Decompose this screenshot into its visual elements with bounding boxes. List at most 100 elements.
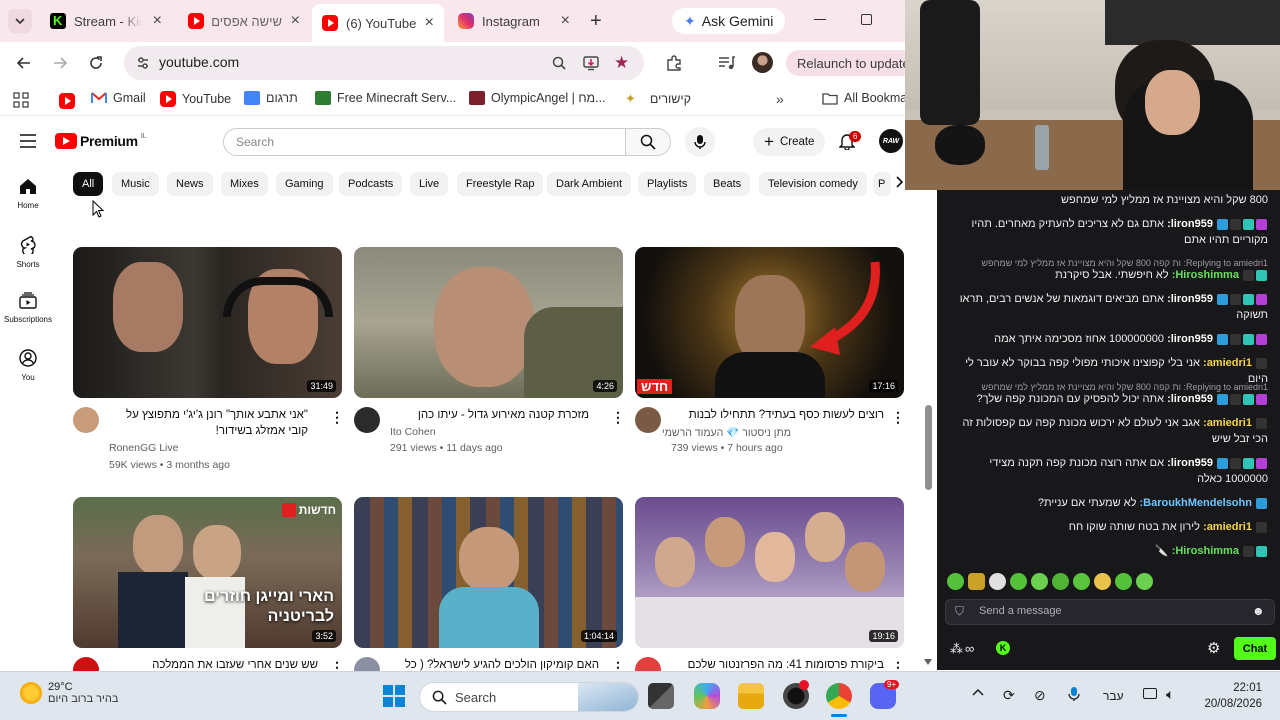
- zoom-icon[interactable]: [551, 55, 567, 71]
- video-title[interactable]: מזכרת קטנה מאירוע גדול - עיתו כהן: [389, 407, 589, 423]
- chip-gaming[interactable]: Gaming: [276, 172, 333, 196]
- sidebar-item-home[interactable]: Home: [0, 178, 56, 210]
- scroll-down-arrow-icon[interactable]: [924, 659, 932, 665]
- network-off-icon[interactable]: ⊘: [1034, 687, 1046, 704]
- video-title[interactable]: ביקורת פרסומות 41: מה הפרזנטור שלכם: [669, 657, 884, 671]
- chat-username[interactable]: Hiroshimma:: [1172, 269, 1239, 281]
- tab-instagram[interactable]: Instagram ×: [448, 6, 580, 36]
- taskbar-search[interactable]: Search: [419, 682, 639, 712]
- video-title[interactable]: "אני אתבע אותך" רונן ג'יג'י מתפוצץ על קו…: [108, 407, 308, 439]
- video-thumbnail[interactable]: 19:16: [635, 497, 904, 648]
- chat-username[interactable]: liron959:: [1167, 333, 1213, 345]
- close-icon[interactable]: ×: [291, 12, 300, 30]
- video-title[interactable]: רוצים לעשות כסף בעתיד? תתחילו לבנות מותג: [669, 407, 884, 423]
- channel-avatar[interactable]: RAW: [879, 129, 903, 153]
- weather-widget[interactable]: 29°C בהיר ברוב היום: [20, 681, 118, 705]
- install-app-icon[interactable]: [582, 54, 600, 72]
- video-thumbnail[interactable]: 1:04:14: [354, 497, 623, 648]
- video-thumbnail[interactable]: 31:49: [73, 247, 342, 398]
- create-button[interactable]: + Create: [753, 128, 826, 156]
- video-title[interactable]: האם קומיקון הולכים להגיע לישראל? ( כל: [389, 657, 599, 671]
- display-icon[interactable]: [1143, 688, 1157, 699]
- channel-avatar[interactable]: [354, 407, 380, 433]
- file-explorer-icon[interactable]: [738, 683, 764, 709]
- chat-extras-icon[interactable]: ⁂∞: [950, 641, 976, 657]
- close-icon[interactable]: ×: [153, 12, 162, 30]
- bookmark-translate[interactable]: תרגום: [244, 91, 298, 105]
- emote-icon[interactable]: [1010, 573, 1027, 590]
- chip-beats[interactable]: Beats: [704, 172, 751, 196]
- video-title[interactable]: שש שנים אחרי שעזבו את הממלכה הבריטית -: [108, 657, 318, 671]
- emote-icon[interactable]: [1115, 573, 1132, 590]
- tab-search-button[interactable]: [8, 9, 32, 33]
- youtube-logo[interactable]: Premium IL: [55, 133, 147, 149]
- start-button[interactable]: [383, 685, 405, 707]
- chip-mixes[interactable]: Mixes: [221, 172, 268, 196]
- bookmark-youtube-icon[interactable]: [59, 93, 75, 112]
- tab-youtube-video[interactable]: שישה אפסים ×: [178, 6, 310, 36]
- media-controls-icon[interactable]: [718, 55, 736, 71]
- bookmark-gmail[interactable]: Gmail: [91, 91, 146, 105]
- bookmark-youtube[interactable]: YouTube: [160, 91, 231, 107]
- sidebar-item-subscriptions[interactable]: Subscriptions: [0, 292, 56, 324]
- sidebar-item-you[interactable]: You: [0, 349, 56, 382]
- reload-button[interactable]: [88, 55, 104, 71]
- emote-icon[interactable]: [1136, 573, 1153, 590]
- emote-icon[interactable]: [1073, 573, 1090, 590]
- chat-username[interactable]: liron959:: [1167, 293, 1213, 305]
- search-input[interactable]: Search: [223, 128, 626, 156]
- emote-icon[interactable]: [968, 573, 985, 590]
- emote-icon[interactable]: [1094, 573, 1111, 590]
- chip-dark-ambient[interactable]: Dark Ambient: [547, 172, 632, 196]
- menu-icon[interactable]: [20, 134, 36, 148]
- chips-next-icon[interactable]: [895, 176, 903, 188]
- bookmark-links[interactable]: ✦ קישורים: [625, 91, 691, 107]
- channel-avatar[interactable]: [73, 407, 99, 433]
- bookmark-minecraft[interactable]: Free Minecraft Serv...: [315, 91, 456, 105]
- bookmark-olympicangel[interactable]: OlympicAngel | מח...: [469, 91, 606, 105]
- new-tab-button[interactable]: +: [590, 10, 602, 33]
- voice-search-button[interactable]: [685, 127, 715, 157]
- close-icon[interactable]: ×: [561, 12, 570, 30]
- chat-username[interactable]: liron959:: [1167, 218, 1213, 230]
- chip-television-comedy[interactable]: Television comedy: [759, 172, 867, 196]
- task-view-icon[interactable]: [648, 683, 674, 709]
- relaunch-button[interactable]: Relaunch to update: [786, 50, 921, 76]
- all-bookmarks[interactable]: All Bookma: [822, 91, 907, 105]
- chip-live[interactable]: Live: [410, 172, 449, 196]
- chip-playlists[interactable]: Playlists: [638, 172, 697, 196]
- bookmark-star-icon[interactable]: ★: [614, 53, 629, 73]
- chat-username[interactable]: amiedri1:: [1203, 521, 1252, 533]
- page-scrollbar[interactable]: [925, 405, 932, 490]
- emoji-picker-icon[interactable]: ☻: [1252, 604, 1265, 618]
- more-options-icon[interactable]: ⋮: [330, 409, 344, 426]
- kick-coin-icon[interactable]: K: [996, 641, 1010, 655]
- chat-settings-icon[interactable]: ⚙: [1207, 639, 1220, 657]
- search-button[interactable]: [625, 128, 671, 156]
- ask-gemini-button[interactable]: ✦ Ask Gemini: [672, 8, 786, 34]
- chip-all[interactable]: All: [73, 172, 104, 196]
- back-button[interactable]: [16, 55, 32, 71]
- more-bookmarks-icon[interactable]: »: [776, 91, 784, 107]
- copilot-icon[interactable]: [694, 683, 720, 709]
- more-options-icon[interactable]: ⋮: [891, 409, 905, 426]
- url-text[interactable]: youtube.com: [159, 54, 239, 70]
- chat-username[interactable]: amiedri1:: [1203, 417, 1252, 429]
- chat-username[interactable]: BaroukhMendelsohn:: [1139, 497, 1251, 509]
- video-thumbnail[interactable]: חדש 17:16: [635, 247, 904, 398]
- chip-more[interactable]: P: [873, 172, 891, 196]
- chip-news[interactable]: News: [167, 172, 213, 196]
- tab-youtube-home[interactable]: (6) YouTube ×: [312, 4, 444, 42]
- more-options-icon[interactable]: ⋮: [611, 409, 625, 426]
- chat-username[interactable]: Hiroshimma:: [1172, 545, 1239, 557]
- language-indicator[interactable]: עבר: [1103, 689, 1124, 703]
- video-channel[interactable]: Ito Cohen: [390, 426, 436, 438]
- forward-button[interactable]: [52, 55, 68, 71]
- sync-icon[interactable]: ⟳: [1003, 687, 1015, 704]
- emote-icon[interactable]: [947, 573, 964, 590]
- emote-icon[interactable]: [1052, 573, 1069, 590]
- site-info-icon[interactable]: [135, 55, 151, 71]
- volume-icon[interactable]: 🔈︎: [1166, 686, 1174, 703]
- video-thumbnail[interactable]: 4:26: [354, 247, 623, 398]
- video-channel[interactable]: RonenGG Live: [109, 442, 178, 454]
